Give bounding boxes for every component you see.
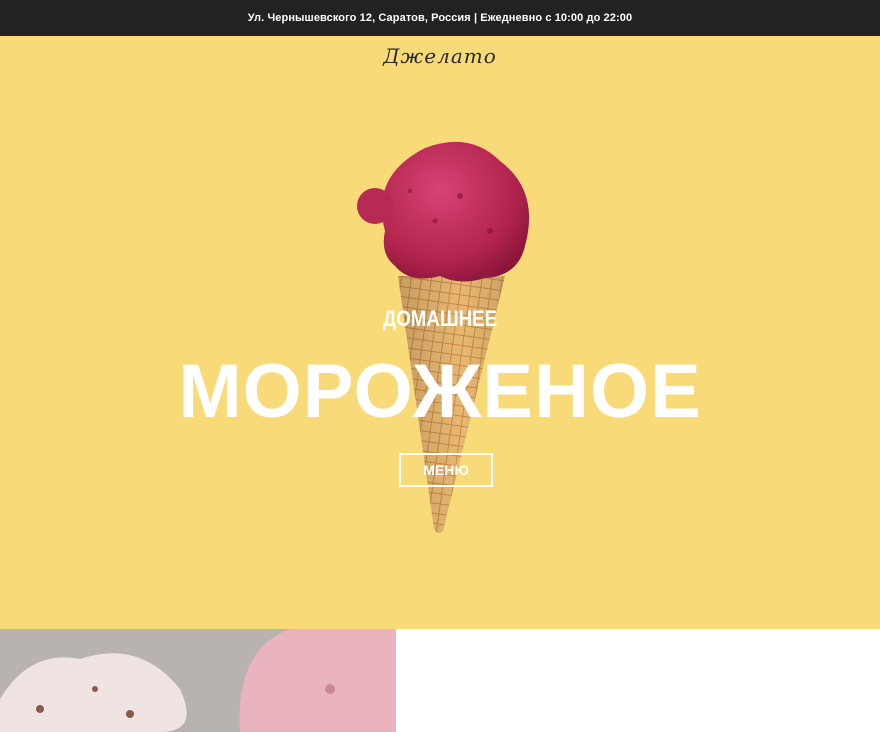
- ice-cream-scoops-image: [0, 629, 396, 732]
- address-hours-text: Ул. Чернышевского 12, Саратов, Россия | …: [247, 12, 633, 24]
- hero-section: Джелато ДОМАШНЕЕ МОРОЖЕНОЕ МЕНЮ: [0, 36, 880, 629]
- menu-button[interactable]: МЕНЮ: [399, 453, 493, 487]
- hero-title: МОРОЖЕНОЕ: [178, 349, 702, 434]
- site-logo[interactable]: Джелато: [0, 44, 880, 68]
- top-info-bar: Ул. Чернышевского 12, Саратов, Россия | …: [0, 0, 880, 36]
- hero-subtitle: ДОМАШНЕЕ: [382, 306, 498, 331]
